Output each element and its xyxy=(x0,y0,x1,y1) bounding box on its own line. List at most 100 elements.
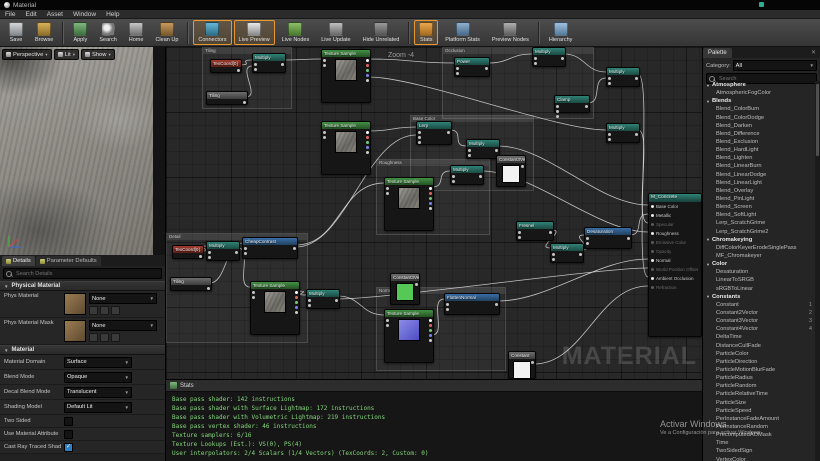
output-pin[interactable] xyxy=(243,101,246,104)
palette-item-particlerandom[interactable]: ParticleRandom xyxy=(703,382,815,390)
output-pin[interactable] xyxy=(366,141,369,144)
input-pin[interactable] xyxy=(556,115,559,118)
output-pin[interactable] xyxy=(429,329,432,332)
material-pin-base-color[interactable]: Base Color xyxy=(649,202,701,211)
input-pin[interactable] xyxy=(608,77,611,80)
output-pin[interactable] xyxy=(366,146,369,149)
menu-asset[interactable]: Asset xyxy=(42,10,68,19)
node-texture-sample[interactable]: Texture Sample xyxy=(384,309,434,363)
node-flattennormal[interactable]: FlattenNormal xyxy=(444,293,500,315)
node-cheapcontrast[interactable]: CheapContrast xyxy=(242,237,298,259)
palette-item-diffcolorkeyererodesinglepass[interactable]: DiffColorKeyerErodeSinglePass xyxy=(703,244,815,252)
input-pin[interactable] xyxy=(518,236,521,239)
section-collapse-icon[interactable]: ▼ xyxy=(4,284,8,289)
material-pin-specular[interactable]: Specular xyxy=(649,220,701,229)
output-pin[interactable] xyxy=(485,67,488,70)
collapse-icon[interactable]: ▼ xyxy=(706,237,710,242)
output-pin[interactable] xyxy=(207,287,210,290)
output-pin[interactable] xyxy=(366,151,369,154)
palette-item-blend-darken[interactable]: Blend_Darken xyxy=(703,122,815,130)
palette-scrollbar[interactable] xyxy=(815,81,820,461)
palette-item-constant2vector[interactable]: Constant2Vector 2 xyxy=(703,309,815,317)
output-pin[interactable] xyxy=(295,311,298,314)
output-pin[interactable] xyxy=(495,149,498,152)
node-clamp[interactable]: Clamp xyxy=(554,95,590,118)
hide-unrelated-button[interactable]: Hide Unrelated xyxy=(358,20,405,45)
input-pin[interactable] xyxy=(468,149,471,152)
node-power[interactable]: Power xyxy=(454,57,490,77)
material-pin-normal[interactable]: Normal xyxy=(649,256,701,265)
blend-mode-dropdown[interactable]: Opaque ▼ xyxy=(64,371,132,383)
input-pin[interactable] xyxy=(586,237,589,240)
input-pin[interactable] xyxy=(254,68,257,71)
node-texcoord-0[interactable]: TexCoord[0] xyxy=(172,245,204,259)
input-pin[interactable] xyxy=(556,110,559,113)
palette-item-lineartosrgb[interactable]: LinearToSRGB xyxy=(703,276,815,284)
menu-window[interactable]: Window xyxy=(68,10,101,19)
node-constant[interactable]: Constant xyxy=(508,351,536,379)
output-pin[interactable] xyxy=(429,197,432,200)
input-pin[interactable] xyxy=(208,256,211,259)
output-pin[interactable] xyxy=(295,306,298,309)
input-pin[interactable] xyxy=(518,231,521,234)
node-multiply[interactable]: Multiply xyxy=(550,243,584,263)
output-pin[interactable] xyxy=(293,247,296,250)
node-lerp[interactable]: Lerp xyxy=(416,121,452,145)
asset-browse-icon[interactable] xyxy=(100,333,109,342)
output-pin[interactable] xyxy=(429,324,432,327)
input-pin[interactable] xyxy=(308,299,311,302)
input-pin[interactable] xyxy=(456,72,459,75)
palette-item-blend-exclusion[interactable]: Blend_Exclusion xyxy=(703,138,815,146)
input-pin[interactable] xyxy=(452,180,455,183)
palette-category-blends[interactable]: ▼ Blends xyxy=(703,97,815,105)
node-texture-sample[interactable]: Texture Sample xyxy=(250,281,300,335)
palette-item-srgbtolinear[interactable]: sRGBToLinear xyxy=(703,285,815,293)
output-pin[interactable] xyxy=(281,63,284,66)
search-button[interactable]: Search xyxy=(94,20,121,45)
output-pin[interactable] xyxy=(429,339,432,342)
output-pin[interactable] xyxy=(521,165,524,168)
live-update-button[interactable]: Live Update xyxy=(316,20,355,45)
scrollbar-thumb[interactable] xyxy=(816,84,819,156)
input-pin[interactable] xyxy=(386,319,389,322)
node-desaturation[interactable]: Desaturation xyxy=(584,227,632,249)
home-button[interactable]: Home xyxy=(124,20,149,45)
input-pin[interactable] xyxy=(252,291,255,294)
tab-details[interactable]: Details xyxy=(2,256,35,266)
palette-item-constant[interactable]: Constant 1 xyxy=(703,301,815,309)
save-button[interactable]: Save xyxy=(4,20,28,45)
palette-category-chromakeying[interactable]: ▼ Chromakeying xyxy=(703,236,815,244)
details-search-input[interactable] xyxy=(14,269,159,278)
tab-parameter-defaults[interactable]: Parameter Defaults xyxy=(35,256,101,266)
input-pin[interactable] xyxy=(323,59,326,62)
output-pin[interactable] xyxy=(429,334,432,337)
input-pin[interactable] xyxy=(418,136,421,139)
node-tiling[interactable]: Tiling xyxy=(206,91,248,105)
browse-button[interactable]: Browse xyxy=(30,20,58,45)
input-pin[interactable] xyxy=(418,131,421,134)
input-pin[interactable] xyxy=(244,252,247,255)
palette-item-perinstancefadeamount[interactable]: PerInstanceFadeAmount xyxy=(703,415,815,423)
input-pin[interactable] xyxy=(452,175,455,178)
palette-item-blend-screen[interactable]: Blend_Screen xyxy=(703,203,815,211)
output-pin[interactable] xyxy=(429,202,432,205)
output-pin[interactable] xyxy=(495,303,498,306)
output-pin[interactable] xyxy=(429,187,432,190)
output-pin[interactable] xyxy=(366,136,369,139)
collapse-icon[interactable]: ▼ xyxy=(706,294,710,299)
preview-viewport[interactable]: Perspective ▾ Lit ▾ Show ▾ xyxy=(0,47,166,255)
node-tiling[interactable]: Tiling xyxy=(170,277,212,291)
palette-item-blend-colorburn[interactable]: Blend_ColorBurn xyxy=(703,105,815,113)
palette-item-lerp-scratchgrime[interactable]: Lerp_ScratchGrime xyxy=(703,219,815,227)
palette-item-constant3vector[interactable]: Constant3Vector 3 xyxy=(703,317,815,325)
palette-item-deltatime[interactable]: DeltaTime xyxy=(703,333,815,341)
palette-item-blend-lighten[interactable]: Blend_Lighten xyxy=(703,154,815,162)
palette-close-icon[interactable]: ✕ xyxy=(811,49,820,56)
node-texture-sample[interactable]: Texture Sample xyxy=(384,177,434,231)
menu-edit[interactable]: Edit xyxy=(20,10,41,19)
output-pin[interactable] xyxy=(579,253,582,256)
details-search[interactable] xyxy=(3,268,162,279)
section-header-material[interactable]: ▼ Material xyxy=(0,345,165,355)
palette-item-blend-linearlight[interactable]: Blend_LinearLight xyxy=(703,179,815,187)
output-pin[interactable] xyxy=(335,299,338,302)
